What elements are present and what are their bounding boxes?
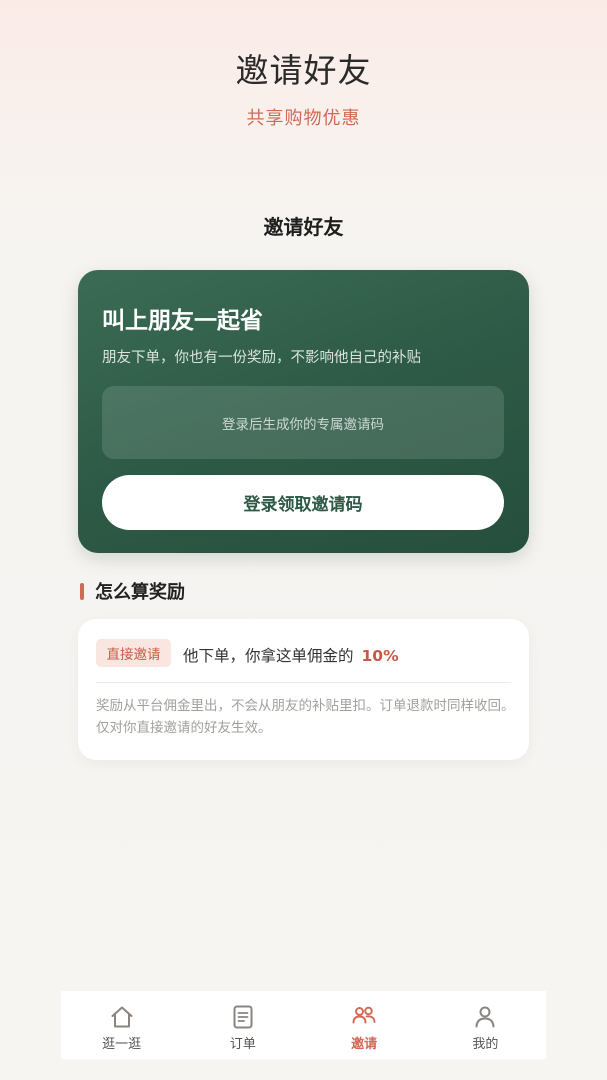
tab-orders[interactable]: 订单: [182, 991, 303, 1059]
invite-people-icon: [352, 1006, 376, 1024]
tab-orders-label: 订单: [229, 1037, 256, 1052]
tab-home-label: 逛一逛: [102, 1037, 142, 1052]
reward-heading-text: 怎么算奖励: [95, 582, 185, 603]
invite-code-box: 登录后生成你的专属邀请码: [102, 386, 504, 459]
page-subtitle: 共享购物优惠: [246, 108, 361, 129]
direct-invite-tag: 直接邀请: [96, 639, 171, 667]
invite-card-heading: 叫上朋友一起省: [102, 308, 263, 334]
user-icon: [475, 1006, 495, 1028]
bottom-tab-bar: 逛一逛 订单 邀请 我的: [61, 991, 546, 1059]
tab-home[interactable]: 逛一逛: [61, 991, 182, 1059]
heading-accent-bar: [80, 582, 84, 600]
order-list-icon: [233, 1005, 253, 1029]
tab-profile-label: 我的: [472, 1037, 499, 1052]
page-title: 邀请好友: [235, 51, 372, 90]
home-icon: [111, 1006, 133, 1028]
divider: [96, 682, 511, 683]
reward-section-heading: 怎么算奖励: [80, 580, 185, 603]
invite-code-placeholder: 登录后生成你的专属邀请码: [222, 416, 384, 433]
login-get-code-button[interactable]: 登录领取邀请码: [102, 475, 504, 530]
section-title: 邀请好友: [263, 215, 344, 239]
reward-note: 奖励从平台佣金里出，不会从朋友的补贴里扣。订单退款时同样收回。仅对你直接邀请的好…: [96, 698, 515, 736]
invite-card: 叫上朋友一起省 朋友下单，你也有一份奖励，不影响他自己的补贴 登录后生成你的专属…: [78, 270, 529, 553]
tab-invite[interactable]: 邀请: [304, 991, 425, 1059]
tab-invite-label: 邀请: [351, 1037, 378, 1052]
reward-card: 直接邀请 他下单，你拿这单佣金的 10% 奖励从平台佣金里出，不会从朋友的补贴里…: [78, 619, 529, 760]
tab-profile[interactable]: 我的: [425, 991, 546, 1059]
reward-rule-text: 他下单，你拿这单佣金的: [183, 647, 354, 665]
invite-card-description: 朋友下单，你也有一份奖励，不影响他自己的补贴: [102, 350, 421, 366]
reward-rule: 他下单，你拿这单佣金的 10%: [183, 644, 399, 666]
reward-percent: 10%: [361, 647, 399, 665]
